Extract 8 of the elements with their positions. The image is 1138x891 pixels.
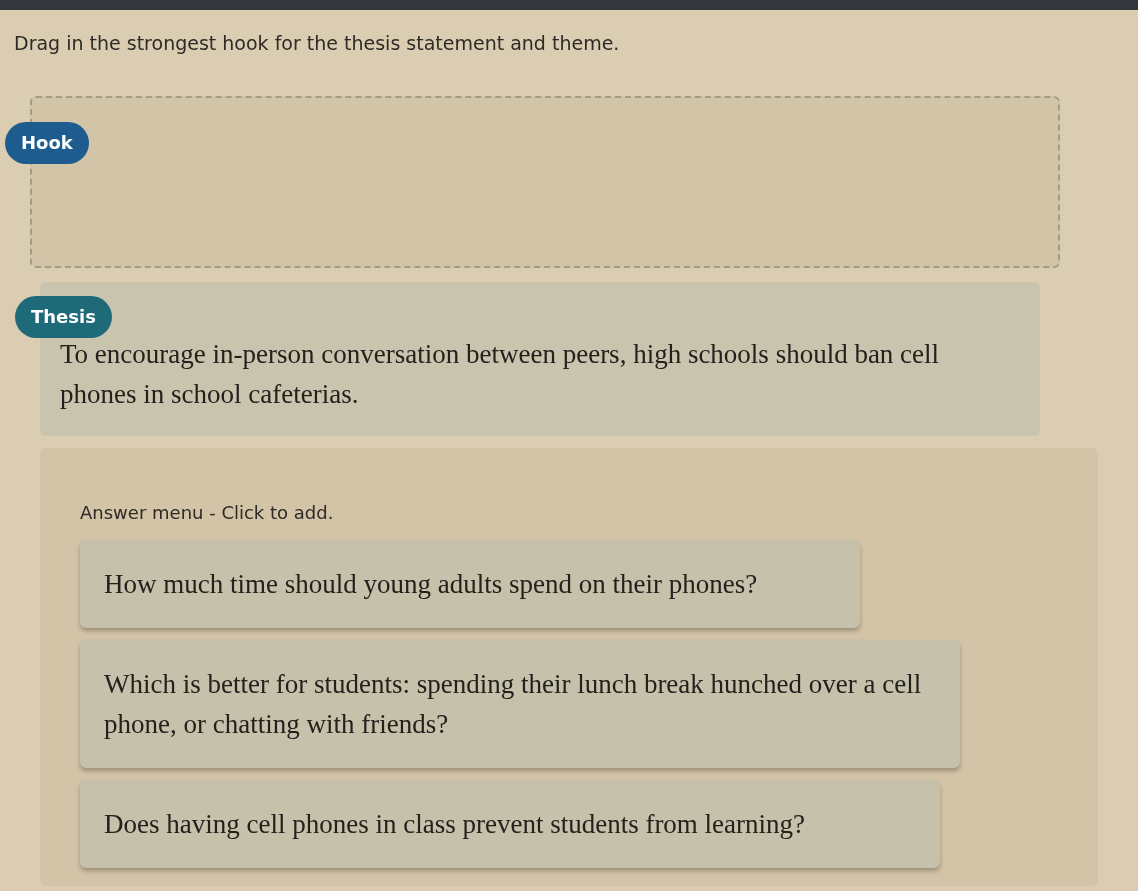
hook-label: Hook xyxy=(5,122,89,164)
thesis-text: To encourage in-person conversation between peers, high schools should ban cell phones in school cafeterias. xyxy=(60,338,941,411)
answer-menu-label: Answer menu - Click to add. xyxy=(80,501,335,525)
answer-option[interactable]: Does having cell phones in class prevent students from learning? xyxy=(80,780,940,868)
instruction-text: Drag in the strongest hook for the thesis statement and theme. xyxy=(14,31,621,56)
thesis-label: Thesis xyxy=(15,296,112,338)
answer-option[interactable]: How much time should young adults spend on their phones? xyxy=(80,540,860,628)
answer-option[interactable]: Which is better for students: spending their lunch break hunched over a cell phone, or chatting with friends? xyxy=(80,640,960,768)
